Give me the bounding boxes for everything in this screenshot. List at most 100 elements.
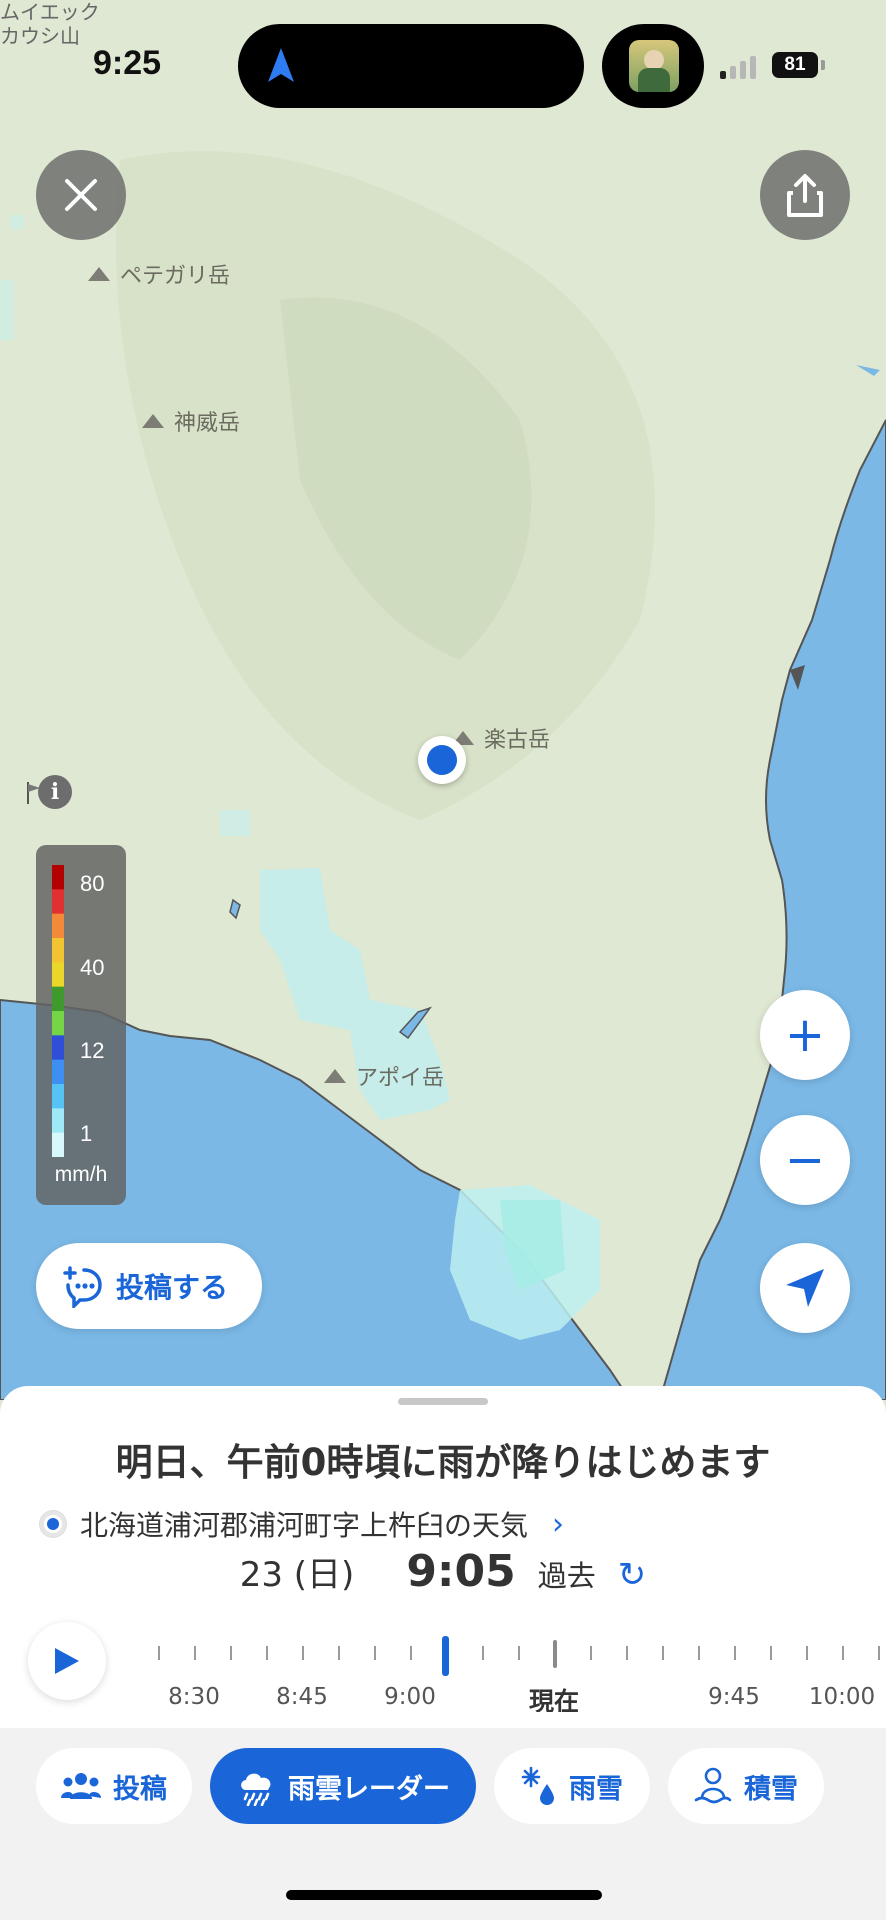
home-indicator (286, 1890, 602, 1900)
bottom-tab-bar: 投稿 雨雲レーダー 雨雪 積雪 (0, 1728, 886, 1920)
zoom-in-button[interactable]: + (760, 990, 850, 1080)
zoom-out-button[interactable]: − (760, 1115, 850, 1205)
legend-color-segment (52, 1132, 64, 1157)
location-text: 北海道浦河郡浦河町字上杵臼の天気 (80, 1509, 529, 1542)
mountain-icon (142, 414, 164, 428)
timeline-now-tick (553, 1640, 557, 1668)
radar-map[interactable]: ペテガリ岳 神威岳 楽古岳 アポイ岳 (0, 0, 886, 1400)
timeline-tick (482, 1646, 484, 1660)
timeline-tick (662, 1646, 664, 1660)
timeline-tick (302, 1646, 304, 1660)
legend-color-segment (52, 889, 64, 915)
timeline-thumb[interactable] (442, 1636, 449, 1676)
tab-posts[interactable]: 投稿 (36, 1748, 192, 1824)
share-button[interactable] (760, 150, 850, 240)
timeline-tick (806, 1646, 808, 1660)
map-top-label: ムイエック カウシ山 (0, 0, 100, 48)
timeline-label: 8:45 (276, 1684, 328, 1710)
tab-snow-depth[interactable]: 積雪 (668, 1748, 824, 1824)
timeline-label: 9:45 (708, 1684, 760, 1710)
time-row: 23 (日) 9:05 過去 ↻ (0, 1546, 886, 1597)
timeline-tick (194, 1646, 196, 1660)
legend-color-segment (52, 1059, 64, 1085)
timeline-label: 8:30 (168, 1684, 220, 1710)
current-location-marker (418, 736, 466, 784)
info-button[interactable]: i (38, 775, 72, 809)
dynamic-island (238, 24, 584, 108)
legend-color-segment (52, 938, 64, 963)
legend-color-segment (52, 962, 64, 988)
status-time: 9:25 (93, 44, 162, 82)
tab-rain-radar[interactable]: 雨雲レーダー (210, 1748, 476, 1824)
map-base (0, 0, 886, 1400)
legend-color-segment (52, 913, 64, 939)
timeline-tick (266, 1646, 268, 1660)
chevron-right-icon: › (552, 1506, 565, 1542)
navigation-arrow-icon (268, 48, 294, 82)
timeline-label: 9:00 (384, 1684, 436, 1710)
location-arrow-icon (786, 1269, 824, 1307)
location-dot-icon (40, 1511, 66, 1537)
peak-label-kamui: 神威岳 (142, 405, 240, 437)
current-location-button[interactable] (760, 1243, 850, 1333)
timeline-label-now: 現在 (528, 1687, 580, 1712)
live-activity-avatar (602, 24, 704, 108)
plus-icon: + (784, 1007, 826, 1063)
legend-color-segment (52, 1035, 64, 1061)
time-label: 9:05 (406, 1546, 516, 1597)
share-icon (787, 174, 823, 217)
location-link[interactable]: 北海道浦河郡浦河町字上杵臼の天気 › (40, 1504, 564, 1544)
timeline-slider[interactable]: 8:30 8:45 9:00 現在 9:45 10:00 (140, 1622, 886, 1712)
date-label: 23 (日) (239, 1555, 355, 1595)
past-label: 過去 (537, 1559, 596, 1593)
legend-value: 1 (80, 1121, 93, 1146)
legend-color-segment (52, 986, 64, 1012)
timeline-tick (842, 1646, 844, 1660)
timeline-tick (518, 1646, 520, 1660)
snowman-icon (694, 1767, 732, 1804)
timeline-label: 10:00 (808, 1684, 876, 1710)
tab-label: 雨雪 (569, 1773, 623, 1805)
snow-rain-icon (521, 1766, 554, 1805)
legend-color-bar (52, 865, 64, 1157)
timeline-tick (338, 1646, 340, 1660)
rain-cloud-icon (241, 1773, 271, 1806)
precipitation-legend: 80 40 12 1 mm/h (36, 845, 126, 1205)
timeline-tick (158, 1646, 160, 1660)
post-button[interactable]: 投稿する (36, 1243, 262, 1329)
peak-label-petegari: ペテガリ岳 (88, 258, 230, 290)
close-button[interactable] (36, 150, 126, 240)
legend-unit: mm/h (54, 1163, 108, 1186)
legend-value: 80 (80, 871, 105, 896)
battery-icon: 81 (772, 52, 818, 78)
people-icon (61, 1773, 101, 1799)
timeline-tick (770, 1646, 772, 1660)
timeline-tick (230, 1646, 232, 1660)
legend-value: 12 (80, 1038, 105, 1063)
tab-label: 積雪 (744, 1773, 798, 1805)
timeline-tick (410, 1646, 412, 1660)
refresh-icon[interactable]: ↻ (618, 1555, 647, 1595)
close-icon (65, 179, 97, 211)
timeline-tick (626, 1646, 628, 1660)
legend-color-segment (52, 1108, 64, 1134)
mountain-icon (88, 267, 110, 281)
post-bubble-icon (63, 1266, 102, 1308)
avatar (629, 40, 679, 92)
timeline-tick (734, 1646, 736, 1660)
forecast-sheet: 明日、午前0時頃に雨が降りはじめます 北海道浦河郡浦河町字上杵臼の天気 › 23… (0, 1386, 886, 1728)
timeline-tick (374, 1646, 376, 1660)
legend-value: 40 (80, 955, 105, 980)
play-button[interactable] (28, 1622, 106, 1700)
play-icon (55, 1648, 79, 1674)
peak-label-apoi: アポイ岳 (324, 1060, 444, 1092)
timeline-tick (698, 1646, 700, 1660)
tab-rain-snow[interactable]: 雨雪 (494, 1748, 650, 1824)
sheet-handle[interactable] (398, 1398, 488, 1405)
tab-label: 雨雲レーダー (288, 1773, 450, 1805)
timeline-tick (878, 1646, 880, 1660)
timeline-tick (590, 1646, 592, 1660)
battery-tip (821, 60, 825, 70)
legend-color-segment (52, 865, 64, 890)
forecast-text: 明日、午前0時頃に雨が降りはじめます (115, 1441, 771, 1484)
